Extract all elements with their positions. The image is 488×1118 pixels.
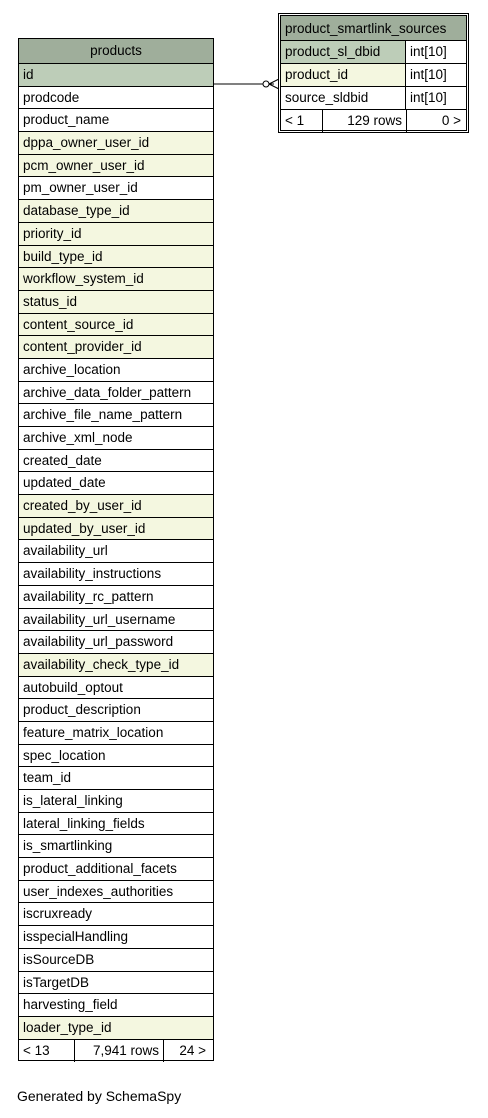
products-column-row[interactable]: archive_xml_node [19, 427, 213, 450]
products-table-footer: < 13 7,941 rows 24 > [19, 1039, 213, 1062]
products-column-row[interactable]: workflow_system_id [19, 268, 213, 291]
products-column-row[interactable]: product_description [19, 699, 213, 722]
products-column-row[interactable]: archive_location [19, 358, 213, 382]
products-column-row[interactable]: product_additional_facets [19, 858, 213, 881]
products-column-row[interactable]: availability_url_username [19, 608, 213, 632]
products-column-row[interactable]: is_lateral_linking [19, 790, 213, 813]
products-column-row[interactable]: created_by_user_id [19, 495, 213, 518]
products-column-row[interactable]: pm_owner_user_id [19, 177, 213, 201]
products-column-row[interactable]: feature_matrix_location [19, 721, 213, 745]
psl-column-type: int[10] [406, 87, 466, 109]
products-column-row[interactable]: created_date [19, 449, 213, 473]
products-column-row[interactable]: product_name [19, 109, 213, 133]
psl-column-name: source_sldbid [281, 87, 406, 109]
products-column-row[interactable]: updated_by_user_id [19, 517, 213, 541]
products-column-row[interactable]: priority_id [19, 222, 213, 246]
psl-column-name: product_id [281, 64, 406, 86]
product-smartlink-sources-table[interactable]: product_smartlink_sources product_sl_dbi… [278, 13, 469, 133]
products-column-row[interactable]: archive_data_folder_pattern [19, 381, 213, 405]
products-table[interactable]: products id prodcode product_name dppa_owne… [18, 38, 214, 1062]
products-column-row[interactable]: isspecialHandling [19, 926, 213, 949]
products-column-row[interactable]: team_id [19, 767, 213, 790]
products-column-row[interactable]: lateral_linking_fields [19, 812, 213, 836]
products-column-row[interactable]: dppa_owner_user_id [19, 132, 213, 155]
psl-column-row[interactable]: product_sl_dbid int[10] [281, 41, 466, 64]
products-column-row[interactable]: user_indexes_authorities [19, 880, 213, 904]
psl-column-row[interactable]: source_sldbid int[10] [281, 87, 466, 110]
psl-children-link[interactable]: 0 > [407, 110, 466, 132]
products-column-row[interactable]: availability_url_password [19, 631, 213, 654]
products-column-row[interactable]: availability_instructions [19, 563, 213, 586]
products-column-row[interactable]: availability_rc_pattern [19, 585, 213, 609]
products-parents-link[interactable]: < 13 [19, 1039, 75, 1062]
generated-by-text: Generated by SchemaSpy [17, 1088, 182, 1104]
products-column-row[interactable]: loader_type_id [19, 1016, 213, 1040]
product-smartlink-sources-columns: product_sl_dbid int[10] product_id int[10] s… [281, 41, 466, 110]
products-column-row[interactable]: content_provider_id [19, 336, 213, 359]
products-column-row[interactable]: updated_date [19, 472, 213, 496]
products-column-row[interactable]: isTargetDB [19, 971, 213, 995]
products-column-row[interactable]: pcm_owner_user_id [19, 154, 213, 178]
products-column-row[interactable]: content_source_id [19, 313, 213, 337]
products-column-row[interactable]: archive_file_name_pattern [19, 404, 213, 427]
psl-column-name: product_sl_dbid [281, 41, 406, 63]
products-row-count: 7,941 rows [75, 1039, 164, 1062]
products-column-row[interactable]: availability_url [19, 540, 213, 564]
relationship-optional-marker [262, 80, 270, 88]
products-column-row[interactable]: prodcode [19, 86, 213, 110]
products-column-row[interactable]: availability_check_type_id [19, 653, 213, 677]
products-column-row[interactable]: harvesting_field [19, 994, 213, 1017]
products-column-row[interactable]: spec_location [19, 744, 213, 768]
product-smartlink-sources-table-title[interactable]: product_smartlink_sources [281, 16, 466, 41]
products-column-row[interactable]: build_type_id [19, 245, 213, 269]
products-column-row[interactable]: is_smartlinking [19, 835, 213, 859]
products-column-row[interactable]: database_type_id [19, 200, 213, 223]
psl-column-type: int[10] [406, 64, 466, 86]
product-smartlink-sources-table-footer: < 1 129 rows 0 > [281, 110, 466, 132]
products-column-row[interactable]: isSourceDB [19, 948, 213, 972]
psl-parents-link[interactable]: < 1 [281, 110, 323, 132]
products-columns: id prodcode product_name dppa_owner_user_id… [19, 64, 213, 1040]
products-children-link[interactable]: 24 > [164, 1040, 213, 1062]
products-column-row[interactable]: status_id [19, 290, 213, 314]
psl-column-row[interactable]: product_id int[10] [281, 64, 466, 87]
products-column-row[interactable]: id [19, 64, 213, 87]
products-table-title[interactable]: products [19, 39, 213, 64]
psl-column-type: int[10] [406, 41, 466, 63]
products-column-row[interactable]: iscruxready [19, 903, 213, 927]
products-column-row[interactable]: autobuild_optout [19, 676, 213, 700]
psl-row-count: 129 rows [323, 110, 407, 132]
